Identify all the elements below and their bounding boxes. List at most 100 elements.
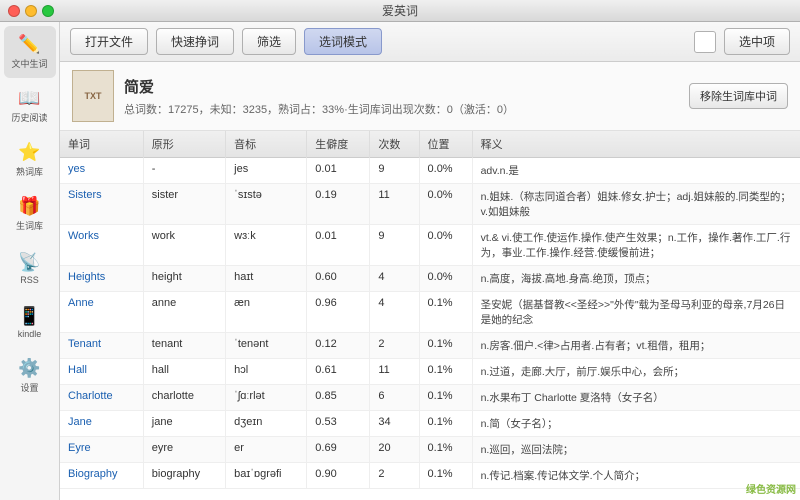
content-area: 打开文件 快速挣词 筛选 选词模式 选中项 TXT 简爱 总词数：17275，未… (60, 22, 800, 500)
col-header-def: 释义 (472, 131, 800, 158)
open-file-button[interactable]: 打开文件 (70, 28, 148, 55)
cell-pos: 0.1% (419, 385, 472, 411)
cell-phonetic: haɪt (226, 266, 307, 292)
cell-phonetic: er (226, 437, 307, 463)
select-checkbox[interactable] (694, 31, 716, 53)
cell-def: adv.n.是 (472, 158, 800, 184)
cell-phonetic: baɪˈɒɡrəfi (226, 463, 307, 489)
col-header-word: 单词 (60, 131, 143, 158)
cell-rare: 0.19 (307, 184, 370, 225)
cell-count: 20 (370, 437, 419, 463)
table-row[interactable]: Sisters sister ˈsɪstə 0.19 11 0.0% n.姐妹.… (60, 184, 800, 225)
cell-phonetic: hɔl (226, 359, 307, 385)
cell-word: yes (60, 158, 143, 184)
titlebar: 爱英词 (0, 0, 800, 22)
sidebar-item-new-words[interactable]: 🎁 生词库 (4, 188, 56, 240)
table-row[interactable]: Hall hall hɔl 0.61 11 0.1% n.过道，走廊.大厅，前厅… (60, 359, 800, 385)
familiar-icon: ⭐ (18, 142, 40, 163)
book-details: 简爱 总词数：17275，未知：3235，熟词占：33%·生词库词出现次数：0（… (124, 76, 679, 117)
maximize-button[interactable] (42, 5, 54, 17)
kindle-icon: 📱 (18, 306, 40, 327)
cell-word: Jane (60, 411, 143, 437)
cell-count: 34 (370, 411, 419, 437)
watermark: 绿色资源网 (746, 481, 796, 496)
cell-def: 圣安妮（据基督教<<圣经>>"外传"载为圣母马利亚的母亲,7月26日是她的纪念 (472, 292, 800, 333)
table-row[interactable]: Charlotte charlotte ˈʃɑːrlət 0.85 6 0.1%… (60, 385, 800, 411)
cell-rare: 0.01 (307, 225, 370, 266)
table-row[interactable]: Eyre eyre er 0.69 20 0.1% n.巡回，巡回法院； (60, 437, 800, 463)
sidebar-item-label-kindle: kindle (18, 329, 42, 339)
rss-icon: 📡 (18, 252, 40, 273)
cell-base: - (143, 158, 225, 184)
book-info-bar: TXT 简爱 总词数：17275，未知：3235，熟词占：33%·生词库词出现次… (60, 62, 800, 131)
col-header-rare: 生僻度 (307, 131, 370, 158)
col-header-phonetic: 音标 (226, 131, 307, 158)
sidebar-item-kindle[interactable]: 📱 kindle (4, 296, 56, 348)
sidebar-item-text-words[interactable]: ✏️ 文中生词 (4, 26, 56, 78)
cell-base: jane (143, 411, 225, 437)
cell-base: height (143, 266, 225, 292)
cell-def: n.水果布丁 Charlotte 夏洛特（女子名） (472, 385, 800, 411)
table-row[interactable]: yes - jes 0.01 9 0.0% adv.n.是 (60, 158, 800, 184)
close-button[interactable] (8, 5, 20, 17)
cell-rare: 0.53 (307, 411, 370, 437)
sidebar-item-rss[interactable]: 📡 RSS (4, 242, 56, 294)
cell-count: 11 (370, 359, 419, 385)
toolbar: 打开文件 快速挣词 筛选 选词模式 选中项 (60, 22, 800, 62)
filter-button[interactable]: 筛选 (242, 28, 296, 55)
minimize-button[interactable] (25, 5, 37, 17)
sidebar-item-settings[interactable]: ⚙️ 设置 (4, 350, 56, 402)
text-words-icon: ✏️ (18, 34, 40, 55)
cell-count: 6 (370, 385, 419, 411)
cell-rare: 0.90 (307, 463, 370, 489)
book-cover: TXT (72, 70, 114, 122)
cell-word: Anne (60, 292, 143, 333)
cell-word: Tenant (60, 333, 143, 359)
cell-pos: 0.0% (419, 184, 472, 225)
move-to-wordbank-button[interactable]: 移除生词库中词 (689, 83, 788, 109)
col-header-pos: 位置 (419, 131, 472, 158)
sidebar-item-label-text-words: 文中生词 (11, 57, 47, 70)
cell-word: Works (60, 225, 143, 266)
cell-count: 11 (370, 184, 419, 225)
select-item-button[interactable]: 选中项 (724, 28, 790, 55)
new-words-icon: 🎁 (18, 196, 40, 217)
quick-lookup-button[interactable]: 快速挣词 (156, 28, 234, 55)
cell-rare: 0.85 (307, 385, 370, 411)
cell-def: n.房客.佃户.<律>占用者.占有者；vt.租借，租用； (472, 333, 800, 359)
table-row[interactable]: Heights height haɪt 0.60 4 0.0% n.高度，海拔.… (60, 266, 800, 292)
cell-word: Sisters (60, 184, 143, 225)
cell-def: n.简（女子名）； (472, 411, 800, 437)
cell-base: work (143, 225, 225, 266)
select-mode-button[interactable]: 选词模式 (304, 28, 382, 55)
window-controls[interactable] (8, 5, 54, 17)
sidebar-item-history[interactable]: 📖 历史阅读 (4, 80, 56, 132)
table-row[interactable]: Biography biography baɪˈɒɡrəfi 0.90 2 0.… (60, 463, 800, 489)
cell-pos: 0.1% (419, 463, 472, 489)
table-row[interactable]: Works work wɜːk 0.01 9 0.0% vt.& vi.使工作.… (60, 225, 800, 266)
sidebar-item-label-history: 历史阅读 (11, 111, 47, 124)
cell-phonetic: wɜːk (226, 225, 307, 266)
word-table-wrapper[interactable]: 单词 原形 音标 生僻度 次数 位置 释义 yes - jes 0.01 9 0… (60, 131, 800, 500)
cell-count: 4 (370, 266, 419, 292)
sidebar-item-familiar[interactable]: ⭐ 熟词库 (4, 134, 56, 186)
cell-word: Biography (60, 463, 143, 489)
table-row[interactable]: Tenant tenant ˈtenənt 0.12 2 0.1% n.房客.佃… (60, 333, 800, 359)
cell-count: 2 (370, 333, 419, 359)
cell-base: hall (143, 359, 225, 385)
cell-phonetic: ˈsɪstə (226, 184, 307, 225)
cell-base: anne (143, 292, 225, 333)
cell-phonetic: dʒeɪn (226, 411, 307, 437)
table-row[interactable]: Jane jane dʒeɪn 0.53 34 0.1% n.简（女子名）； (60, 411, 800, 437)
cell-pos: 0.1% (419, 359, 472, 385)
cell-count: 9 (370, 158, 419, 184)
word-table: 单词 原形 音标 生僻度 次数 位置 释义 yes - jes 0.01 9 0… (60, 131, 800, 489)
table-row[interactable]: Anne anne æn 0.96 4 0.1% 圣安妮（据基督教<<圣经>>"… (60, 292, 800, 333)
cell-rare: 0.12 (307, 333, 370, 359)
cell-count: 9 (370, 225, 419, 266)
settings-icon: ⚙️ (18, 358, 40, 379)
cell-pos: 0.1% (419, 292, 472, 333)
cell-rare: 0.69 (307, 437, 370, 463)
cell-pos: 0.0% (419, 266, 472, 292)
cell-count: 2 (370, 463, 419, 489)
